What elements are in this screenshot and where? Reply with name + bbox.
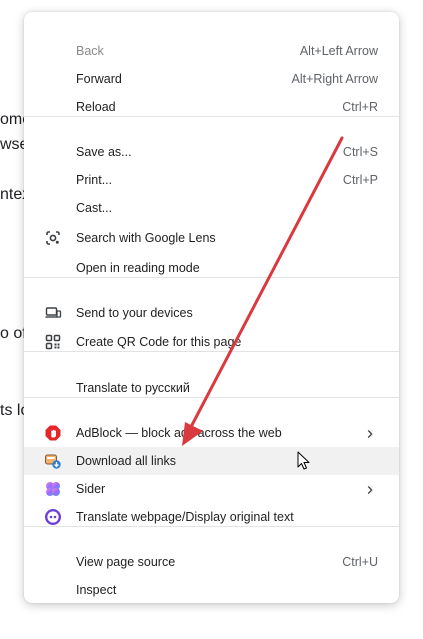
menu-item-label: View page source (76, 555, 176, 569)
menu-item-print[interactable]: Print... Ctrl+P (24, 166, 399, 194)
menu-separator (24, 116, 399, 117)
menu-item-label: Reload (76, 100, 116, 114)
menu-item-sider[interactable]: Sider (24, 475, 399, 503)
menu-item-label: Open in reading mode (76, 261, 200, 275)
menu-item-shortcut: Ctrl+S (342, 145, 378, 159)
menu-item-label: AdBlock — block ads across the web (76, 426, 282, 440)
menu-item-cast[interactable]: Cast... (24, 194, 399, 222)
chevron-right-icon (365, 428, 375, 438)
menu-item-back[interactable]: Back Alt+Left Arrow (24, 37, 399, 65)
sider-icon (44, 480, 62, 498)
menu-item-label: Create QR Code for this page (76, 335, 242, 349)
chevron-right-icon (365, 484, 375, 494)
menu-item-label: Translate webpage/Display original text (76, 510, 294, 524)
menu-item-label: Print... (76, 173, 113, 187)
download-links-icon (44, 452, 62, 470)
menu-item-label: Back (76, 44, 104, 58)
menu-item-download-all-links[interactable]: Download all links (24, 447, 399, 475)
menu-item-view-page-source[interactable]: View page source Ctrl+U (24, 548, 399, 576)
menu-item-shortcut: Ctrl+R (342, 100, 378, 114)
menu-item-search-with-google-lens[interactable]: Search with Google Lens (24, 224, 399, 252)
menu-item-shortcut: Ctrl+U (342, 555, 378, 569)
adblock-icon (44, 424, 62, 442)
menu-item-shortcut: Alt+Left Arrow (299, 44, 378, 58)
devices-icon (44, 304, 62, 322)
menu-separator (24, 277, 399, 278)
page: ome wse ntex o of ts lo Back Alt+Left Arr… (0, 0, 423, 639)
translate-extension-icon (44, 508, 62, 526)
menu-item-shortcut: Alt+Right Arrow (291, 72, 379, 86)
menu-item-forward[interactable]: Forward Alt+Right Arrow (24, 65, 399, 93)
context-menu: Back Alt+Left Arrow Forward Alt+Right Arrow… (24, 12, 399, 603)
background-text-fragment: o of (0, 325, 27, 342)
menu-item-label: Search with Google Lens (76, 231, 216, 245)
menu-item-label: Download all links (76, 454, 177, 468)
menu-item-adblock-block-ads-across-the-web[interactable]: AdBlock — block ads across the web (24, 419, 399, 447)
menu-item-inspect[interactable]: Inspect (24, 576, 399, 603)
menu-item-label: Translate to русский (76, 381, 190, 395)
menu-item-label: Send to your devices (76, 306, 193, 320)
menu-item-label: Cast... (76, 201, 113, 215)
menu-item-label: Sider (76, 482, 106, 496)
menu-item-label: Save as... (76, 145, 132, 159)
menu-separator (24, 397, 399, 398)
menu-item-shortcut: Ctrl+P (342, 173, 378, 187)
menu-separator (24, 526, 399, 527)
qr-code-icon (44, 333, 62, 351)
menu-item-label: Inspect (76, 583, 117, 597)
menu-item-label: Forward (76, 72, 122, 86)
google-lens-icon (44, 229, 62, 247)
menu-item-send-to-your-devices[interactable]: Send to your devices (24, 299, 399, 327)
menu-item-save-as[interactable]: Save as... Ctrl+S (24, 138, 399, 166)
menu-separator (24, 351, 399, 352)
